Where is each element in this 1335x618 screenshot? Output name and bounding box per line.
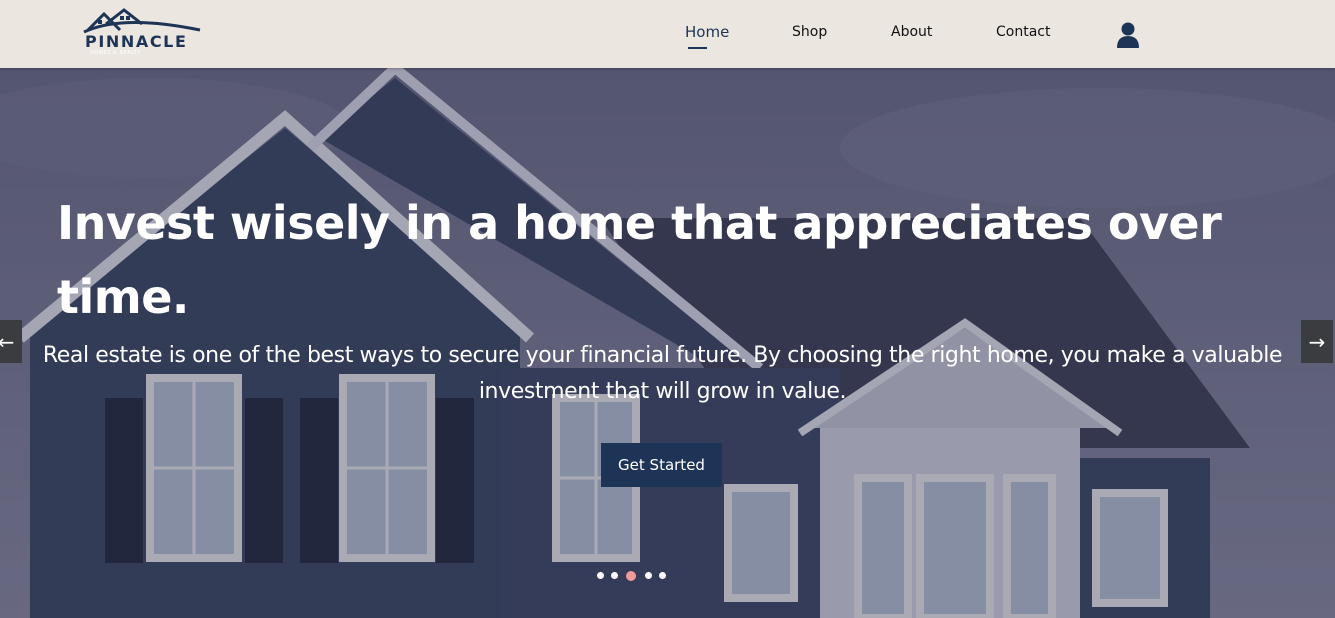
carousel-dot-3[interactable]: [626, 571, 636, 581]
carousel-next-arrow-icon[interactable]: →: [1301, 320, 1333, 363]
nav-active-indicator: [688, 47, 707, 49]
carousel-dot-1[interactable]: [597, 572, 604, 579]
hero-title: Invest wisely in a home that appreciates…: [57, 196, 1222, 324]
hero-carousel: Invest wisely in a home that appreciates…: [0, 68, 1335, 618]
get-started-button[interactable]: Get Started: [601, 443, 722, 487]
hero-subtitle: Real estate is one of the best ways to s…: [42, 343, 1283, 404]
site-header: PINNACLE HOMES & REALTY Home Shop About …: [0, 0, 1335, 68]
nav-home[interactable]: Home: [685, 23, 729, 41]
user-icon[interactable]: [1116, 22, 1140, 48]
nav-about[interactable]: About: [891, 24, 932, 40]
main-nav: Home Shop About Contact: [0, 0, 1335, 68]
nav-contact[interactable]: Contact: [996, 24, 1050, 40]
carousel-dot-5[interactable]: [659, 572, 666, 579]
nav-shop[interactable]: Shop: [792, 24, 827, 40]
carousel-dot-2[interactable]: [611, 572, 618, 579]
carousel-prev-arrow-icon[interactable]: ←: [0, 320, 22, 363]
carousel-dot-4[interactable]: [645, 572, 652, 579]
